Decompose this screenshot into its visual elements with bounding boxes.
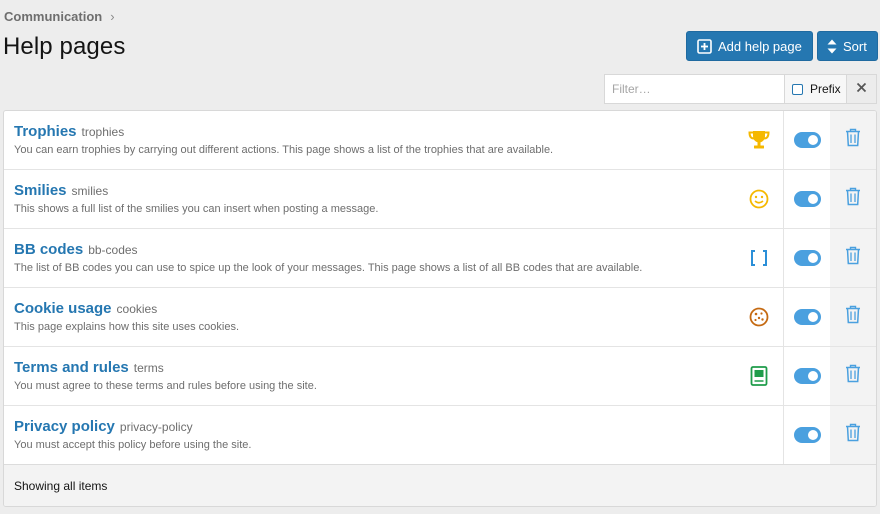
item-main: Terms and rules terms You must agree to …	[14, 359, 724, 392]
breadcrumb-separator-icon: ›	[110, 8, 115, 24]
filter-input[interactable]	[605, 75, 785, 103]
item-description: You can earn trophies by carrying out di…	[14, 144, 554, 156]
item-main: Trophies trophies You can earn trophies …	[14, 123, 724, 156]
trash-icon	[845, 246, 861, 270]
delete-button[interactable]	[830, 229, 876, 287]
list-item: BB codes bb-codes The list of BB codes y…	[4, 229, 876, 288]
sort-icon	[827, 39, 837, 54]
list-item: Trophies trophies You can earn trophies …	[4, 111, 876, 170]
toggle-cell	[783, 406, 831, 464]
toggle-cell	[783, 170, 831, 228]
item-title-link[interactable]: Smilies	[14, 182, 67, 199]
add-help-page-label: Add help page	[718, 38, 802, 54]
toggle-cell	[783, 111, 831, 169]
showing-items-text: Showing all items	[14, 479, 108, 493]
item-slug: trophies	[81, 125, 125, 139]
item-title-link[interactable]: Trophies	[14, 123, 77, 140]
checkbox-icon	[792, 83, 803, 95]
toggle-knob	[808, 312, 818, 322]
item-description: You must accept this policy before using…	[14, 439, 252, 451]
item-title-link[interactable]: Privacy policy	[14, 418, 115, 435]
help-pages-list: Trophies trophies You can earn trophies …	[3, 110, 877, 507]
prefix-label: Prefix	[810, 82, 841, 96]
enabled-toggle[interactable]	[794, 191, 821, 207]
item-slug: privacy-policy	[119, 420, 193, 434]
item-slug: cookies	[116, 302, 158, 316]
toggle-cell	[783, 288, 831, 346]
item-title-link[interactable]: Terms and rules	[14, 359, 129, 376]
breadcrumb-link-communication[interactable]: Communication	[4, 9, 102, 24]
delete-button[interactable]	[830, 406, 876, 464]
close-icon	[856, 80, 867, 98]
delete-button[interactable]	[830, 347, 876, 405]
item-description: You must agree to these terms and rules …	[14, 380, 317, 392]
sort-label: Sort	[843, 38, 867, 54]
item-slug: smilies	[71, 184, 109, 198]
toggle-knob	[808, 371, 818, 381]
delete-button[interactable]	[830, 170, 876, 228]
toggle-knob	[808, 135, 818, 145]
trash-icon	[845, 187, 861, 211]
enabled-toggle[interactable]	[794, 368, 821, 384]
toggle-knob	[808, 253, 818, 263]
item-main: Cookie usage cookies This page explains …	[14, 300, 724, 333]
item-main: BB codes bb-codes The list of BB codes y…	[14, 241, 724, 274]
plus-square-icon	[697, 38, 712, 54]
item-main: Smilies smilies This shows a full list o…	[14, 182, 724, 215]
list-item: Cookie usage cookies This page explains …	[4, 288, 876, 347]
item-description: This page explains how this site uses co…	[14, 321, 240, 333]
toggle-cell	[783, 229, 831, 287]
enabled-toggle[interactable]	[794, 427, 821, 443]
delete-button[interactable]	[830, 111, 876, 169]
enabled-toggle[interactable]	[794, 250, 821, 266]
filter-bar: Prefix	[604, 74, 877, 104]
delete-button[interactable]	[830, 288, 876, 346]
item-main: Privacy policy privacy-policy You must a…	[14, 418, 724, 451]
book-icon	[748, 365, 770, 387]
trash-icon	[845, 364, 861, 388]
list-item: Smilies smilies This shows a full list o…	[4, 170, 876, 229]
list-item: Privacy policy privacy-policy You must a…	[4, 406, 876, 465]
page-title: Help pages	[3, 33, 126, 60]
toggle-cell	[783, 347, 831, 405]
cookie-icon	[748, 306, 770, 328]
item-slug: terms	[133, 361, 164, 375]
list-footer: Showing all items	[4, 464, 876, 506]
item-description: This shows a full list of the smilies yo…	[14, 203, 379, 215]
item-title-link[interactable]: Cookie usage	[14, 300, 112, 317]
trash-icon	[845, 305, 861, 329]
trash-icon	[845, 423, 861, 447]
clear-filter-button[interactable]	[847, 75, 876, 103]
toggle-knob	[808, 430, 818, 440]
enabled-toggle[interactable]	[794, 132, 821, 148]
trophy-icon	[748, 129, 770, 151]
prefix-checkbox[interactable]: Prefix	[785, 75, 847, 103]
item-title-link[interactable]: BB codes	[14, 241, 83, 258]
toggle-knob	[808, 194, 818, 204]
brackets-icon	[748, 247, 770, 269]
item-slug: bb-codes	[88, 243, 138, 257]
add-help-page-button[interactable]: Add help page	[686, 31, 813, 61]
enabled-toggle[interactable]	[794, 309, 821, 325]
list-item: Terms and rules terms You must agree to …	[4, 347, 876, 406]
sort-button[interactable]: Sort	[817, 31, 878, 61]
breadcrumb: Communication ›	[4, 7, 115, 25]
smiley-icon	[748, 188, 770, 210]
trash-icon	[845, 128, 861, 152]
item-description: The list of BB codes you can use to spic…	[14, 262, 643, 274]
